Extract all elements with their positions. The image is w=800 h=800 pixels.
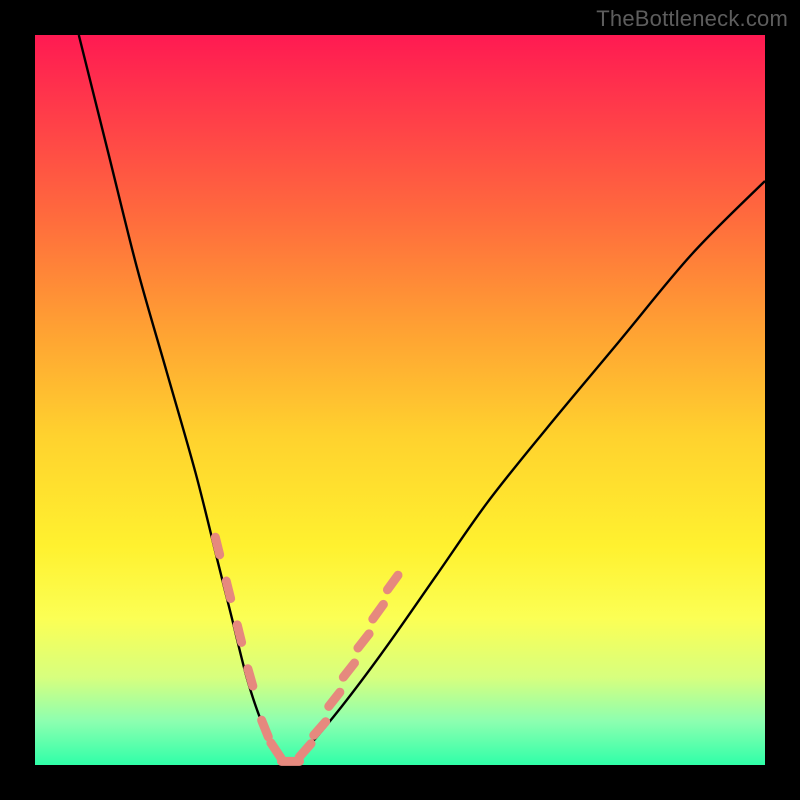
highlight-dash <box>226 581 230 598</box>
chart-frame: TheBottleneck.com <box>0 0 800 800</box>
curve-layer <box>35 35 765 765</box>
highlight-dash <box>329 692 340 706</box>
highlight-dash <box>358 634 369 648</box>
highlight-dash <box>343 663 354 677</box>
highlight-dash <box>215 537 219 554</box>
highlight-dash <box>262 720 269 737</box>
highlight-dash <box>387 575 398 590</box>
watermark-text: TheBottleneck.com <box>596 6 788 32</box>
highlight-dash <box>373 604 384 619</box>
plot-area <box>35 35 765 765</box>
highlight-dash <box>314 722 326 736</box>
highlight-dash <box>237 625 241 642</box>
highlight-dash <box>248 669 253 686</box>
bottleneck-curve <box>79 35 765 765</box>
highlight-dash <box>299 744 311 758</box>
highlight-dash <box>271 743 281 758</box>
highlight-dashes <box>215 537 398 761</box>
